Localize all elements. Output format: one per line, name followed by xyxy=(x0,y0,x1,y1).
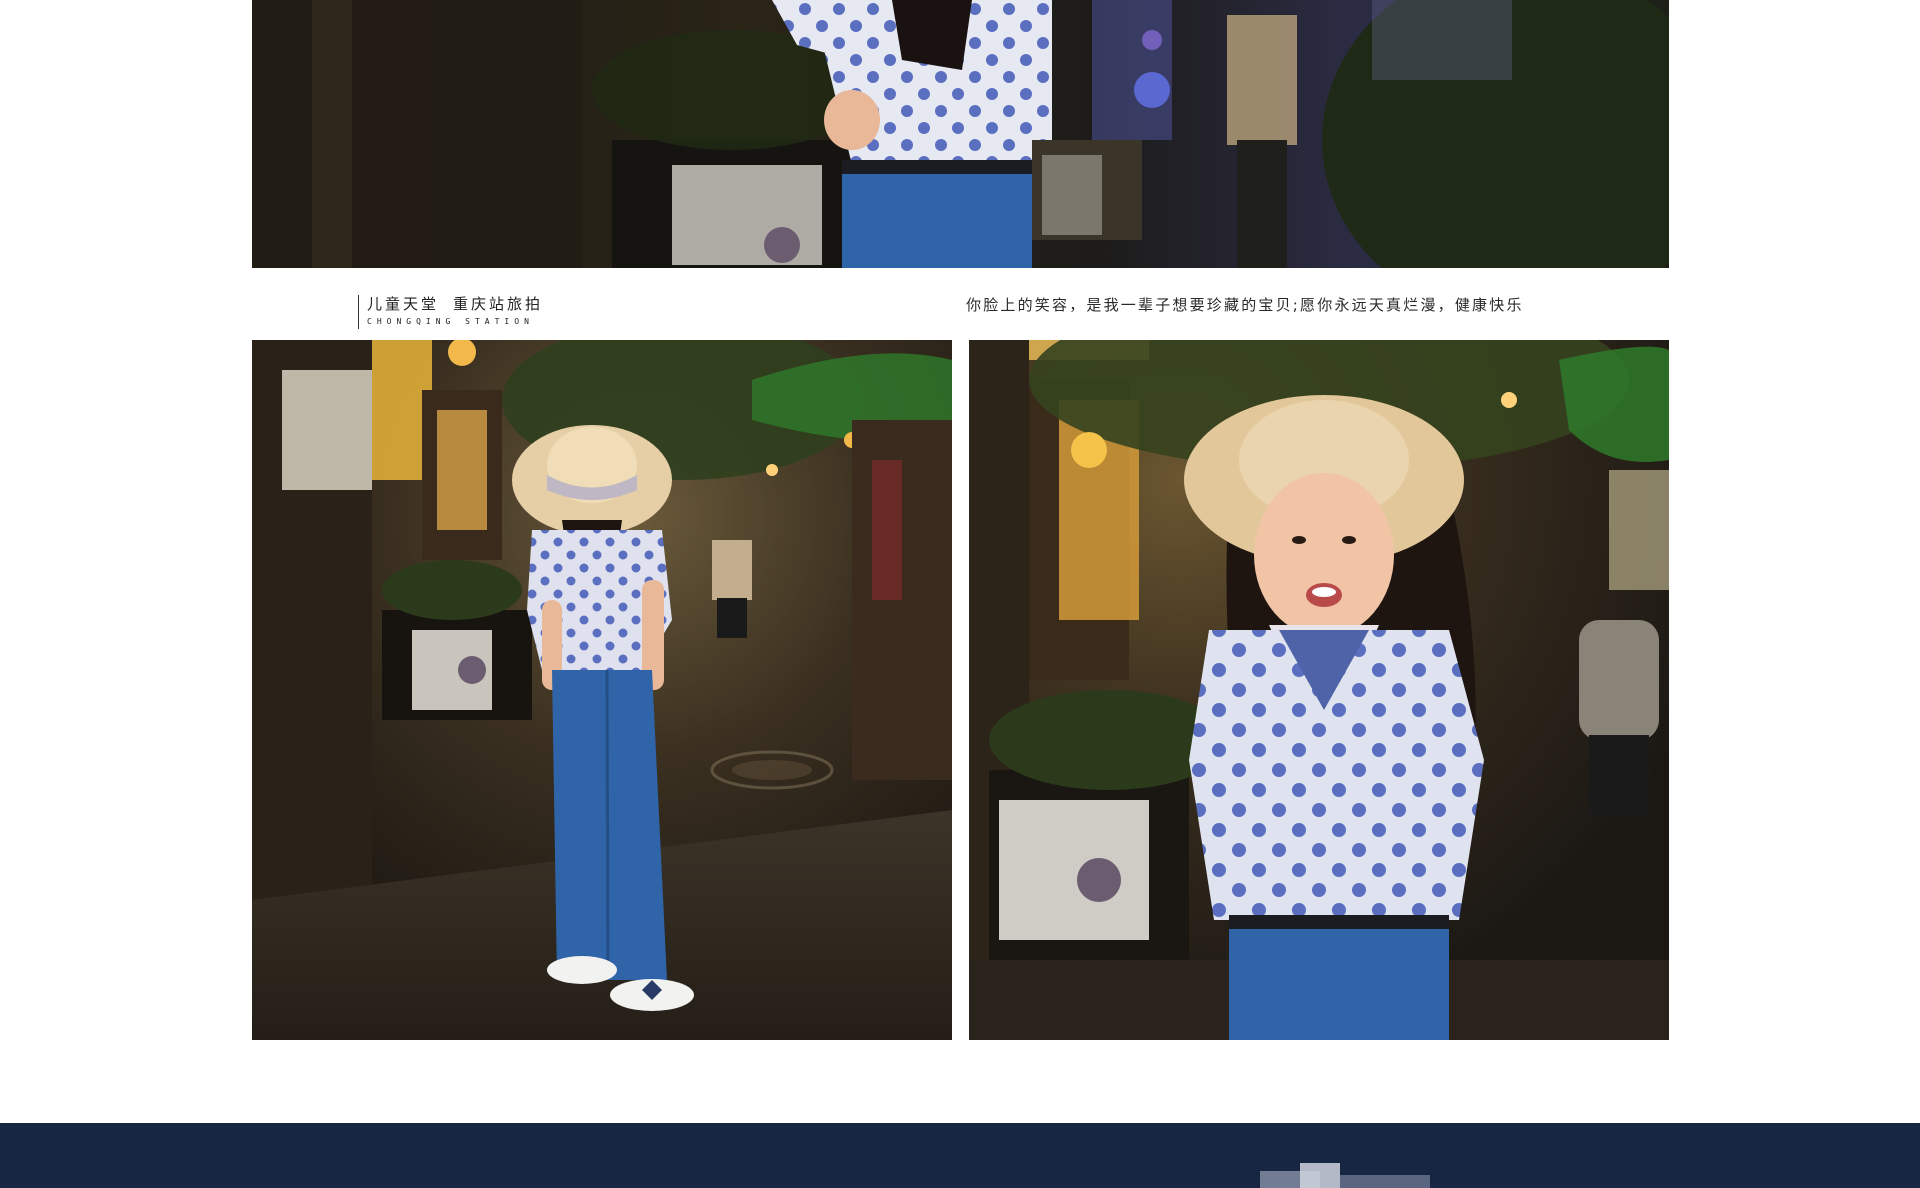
caption-text: 你脸上的笑容，是我一辈子想要珍藏的宝贝;愿你永远天真烂漫，健康快乐 xyxy=(966,296,1524,314)
brand-title-part1: 儿童天堂 xyxy=(367,295,440,313)
bottom-section-photo xyxy=(0,1123,1920,1188)
brand-block: 儿童天堂 重庆站旅拍 CHONGQING STATION xyxy=(358,295,543,329)
bottom-section-image xyxy=(0,1123,1920,1188)
photo-top-image xyxy=(252,0,1669,268)
brand-title: 儿童天堂 重庆站旅拍 xyxy=(367,295,543,313)
page: 儿童天堂 重庆站旅拍 CHONGQING STATION 你脸上的笑容，是我一辈子… xyxy=(0,0,1920,1188)
photo-top-girl-running[interactable] xyxy=(252,0,1669,268)
photo-left-image xyxy=(252,340,952,1040)
brand-subtitle: CHONGQING STATION xyxy=(367,317,534,326)
photo-right-girl-smiling[interactable] xyxy=(969,340,1669,1040)
photo-right-image xyxy=(969,340,1669,1040)
caption-row: 儿童天堂 重庆站旅拍 CHONGQING STATION 你脸上的笑容，是我一辈子… xyxy=(252,286,1669,336)
photo-left-girl-back[interactable] xyxy=(252,340,952,1040)
brand-title-part2: 重庆站旅拍 xyxy=(453,295,544,313)
